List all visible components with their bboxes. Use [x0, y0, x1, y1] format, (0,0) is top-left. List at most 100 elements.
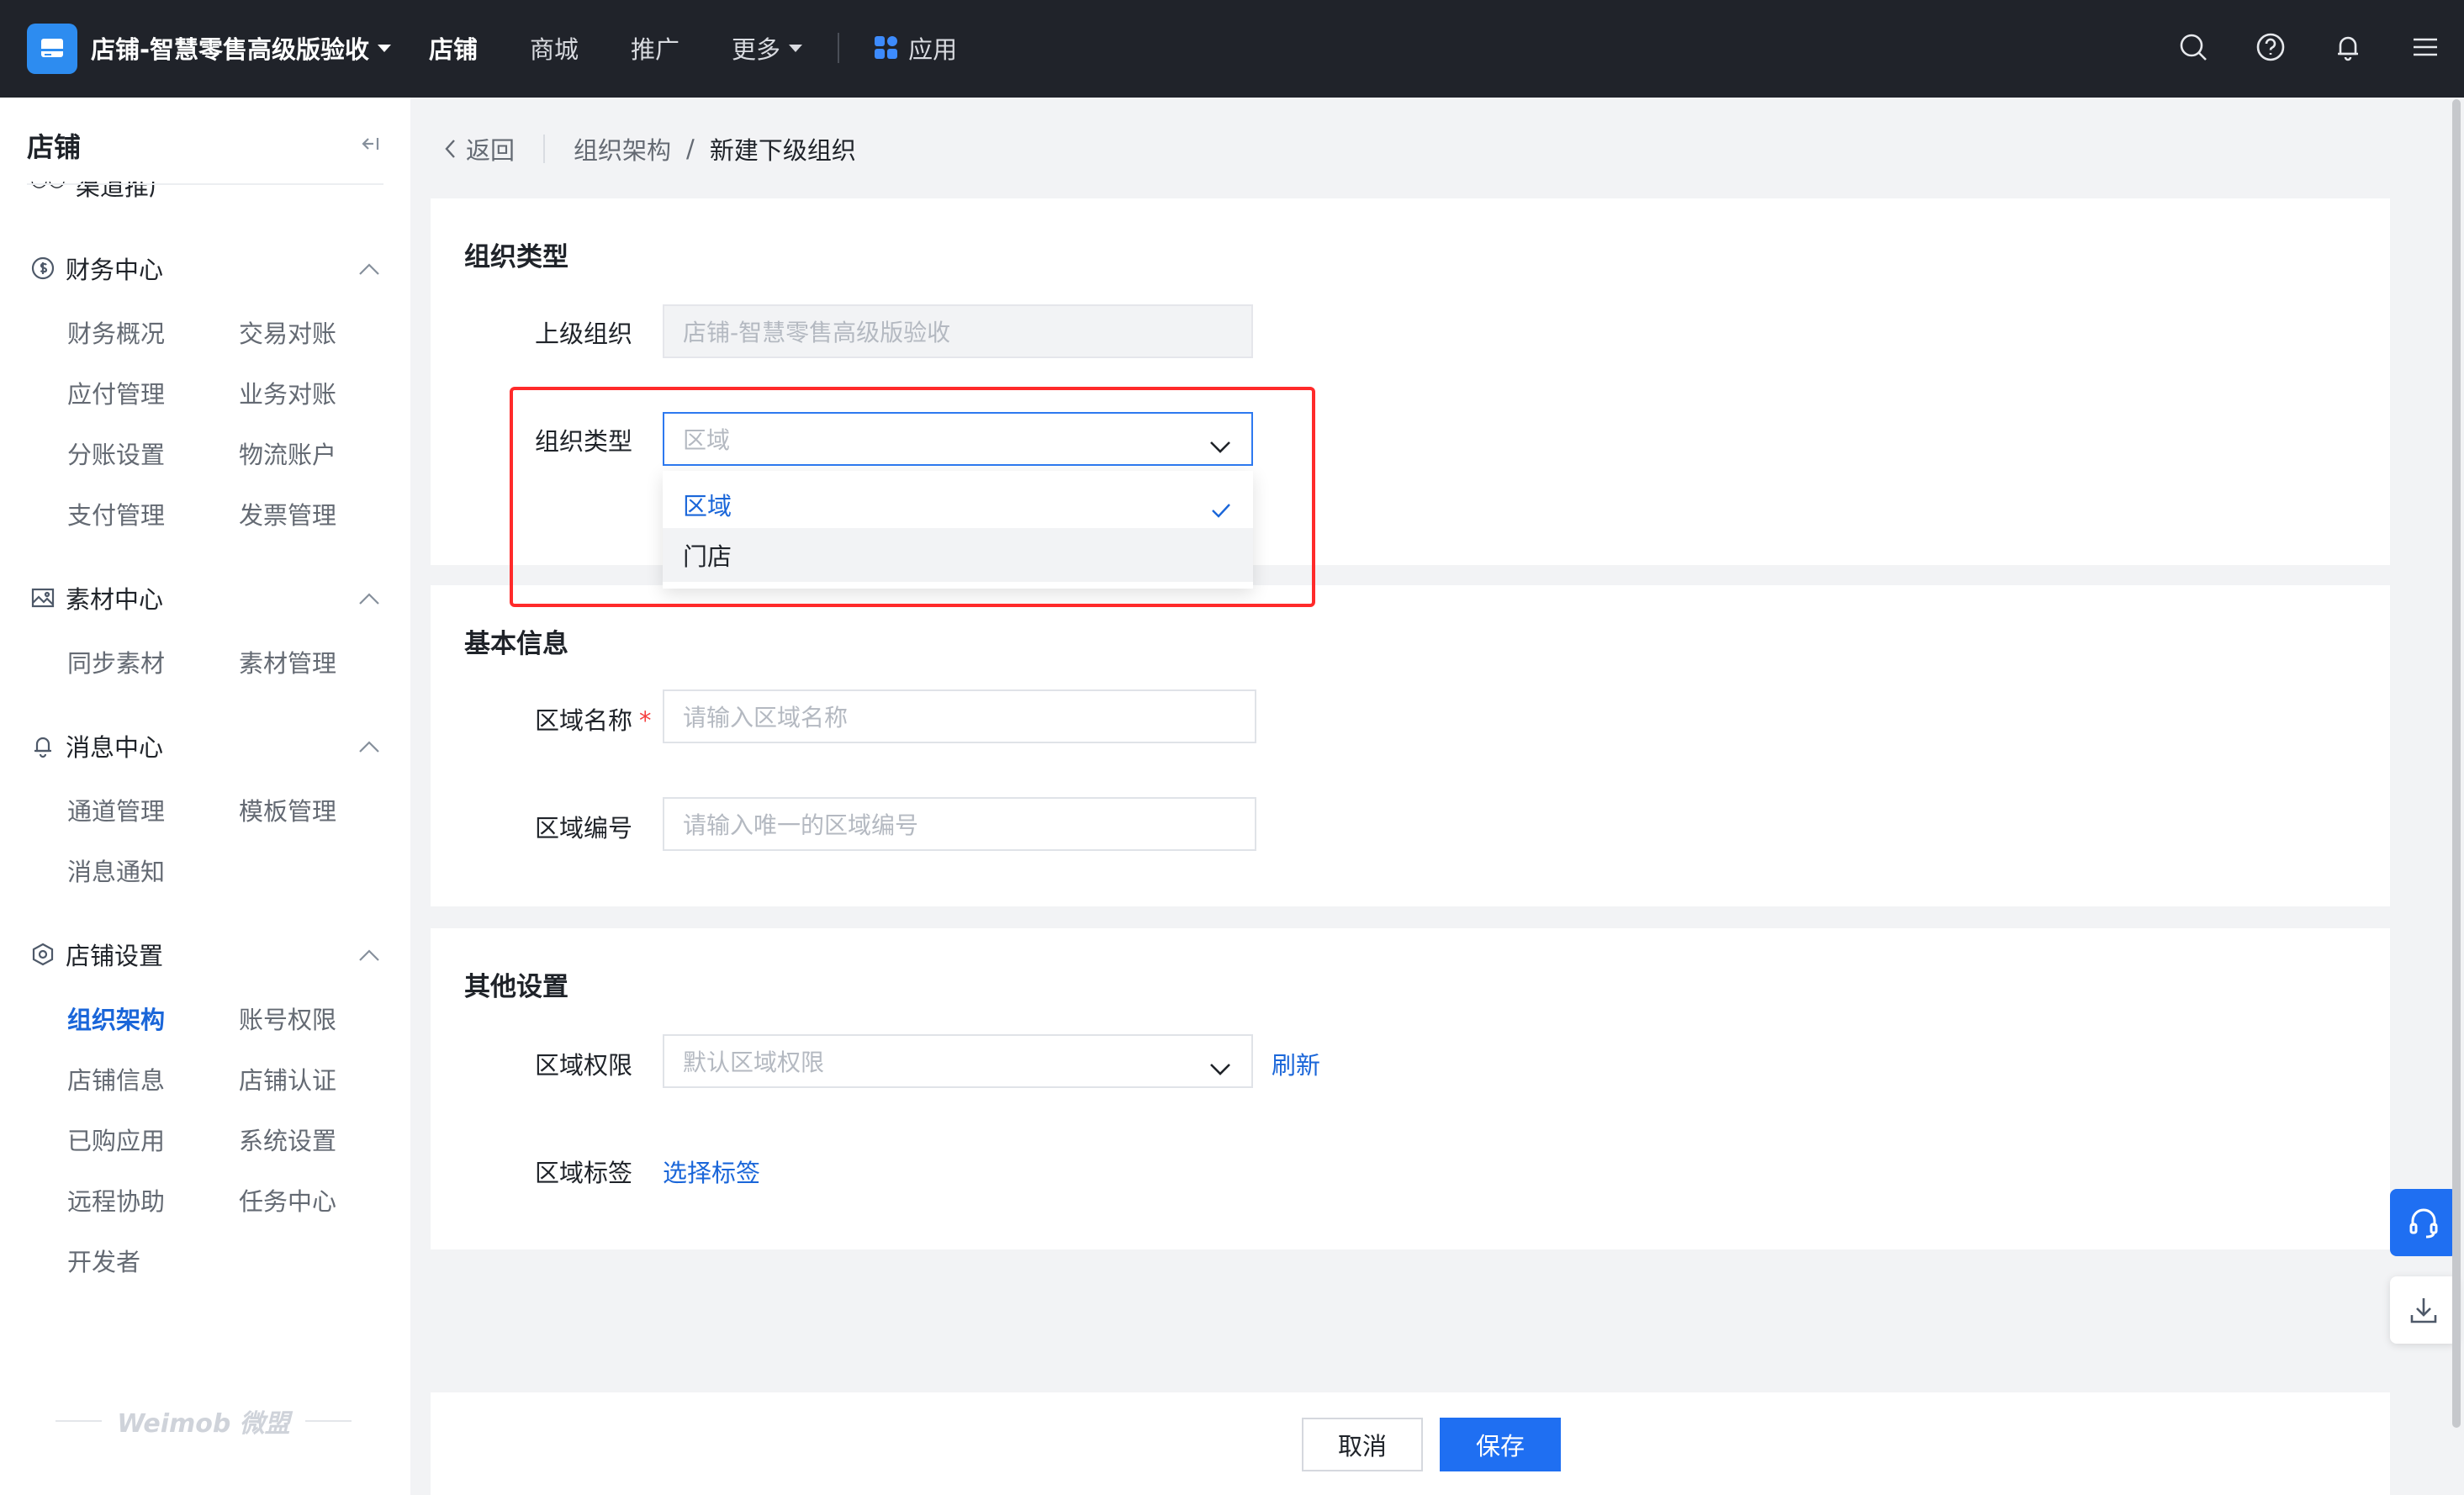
sidebar-item-org-structure[interactable]: 组织架构: [67, 1001, 165, 1036]
sidebar-item-split-settings[interactable]: 分账设置: [67, 436, 165, 471]
chevron-up-icon[interactable]: [358, 740, 380, 753]
highlight-annotation-box: [510, 387, 1315, 607]
brand-logo-text: Weimob 微盟: [117, 1409, 290, 1439]
sidebar-item-payables[interactable]: 应付管理: [67, 375, 165, 410]
region-name-placeholder: 请输入区域名称: [683, 704, 849, 732]
sidebar-group-label: 店铺设置: [66, 942, 164, 970]
store-logo-icon[interactable]: [27, 24, 77, 74]
sidebar-item-finance-overview[interactable]: 财务概况: [67, 314, 165, 350]
sidebar-item-invoice-management[interactable]: 发票管理: [239, 496, 336, 531]
apps-grid-icon: [875, 36, 898, 60]
parent-org-value: 店铺-智慧零售高级版验收: [683, 319, 951, 346]
sidebar-item-channel-management[interactable]: 通道管理: [67, 792, 165, 827]
settings-hexagon-icon: [32, 943, 54, 966]
sidebar-item-developer[interactable]: 开发者: [67, 1243, 140, 1278]
sidebar-group-label: 消息中心: [66, 733, 164, 762]
customer-service-button[interactable]: [2390, 1189, 2457, 1256]
sidebar-item-store-info[interactable]: 店铺信息: [67, 1061, 165, 1096]
select-tag-link[interactable]: 选择标签: [663, 1154, 760, 1189]
menu-icon[interactable]: [2408, 30, 2442, 64]
region-name-label-text: 区域名称: [535, 706, 633, 735]
region-name-input[interactable]: 请输入区域名称: [663, 689, 1256, 743]
nav-apps-label: 应用: [908, 35, 958, 64]
region-code-placeholder: 请输入唯一的区域编号: [683, 811, 919, 839]
breadcrumb-parent[interactable]: 组织架构: [574, 131, 671, 166]
headset-icon: [2409, 1208, 2438, 1239]
chevron-up-icon[interactable]: [358, 592, 380, 605]
other-settings-card: [431, 928, 2390, 1249]
top-right-tools: [2176, 30, 2442, 64]
required-mark: *: [639, 706, 652, 735]
sidebar-group-label: 财务中心: [66, 256, 164, 284]
sidebar-item-sync-material[interactable]: 同步素材: [67, 644, 165, 679]
sidebar-item-task-center[interactable]: 任务中心: [239, 1182, 336, 1218]
back-link[interactable]: 返回: [444, 131, 515, 166]
chevron-down-icon: [1209, 1054, 1231, 1075]
sidebar-item-business-reconciliation[interactable]: 业务对账: [239, 375, 336, 410]
nav-item-store[interactable]: 店铺: [429, 30, 478, 66]
sidebar-item-message-notification[interactable]: 消息通知: [67, 853, 165, 888]
region-tag-label: 区域标签: [535, 1159, 633, 1187]
caret-down-icon: [378, 44, 392, 52]
nav-more-label: 更多: [732, 35, 781, 64]
notification-bell-icon[interactable]: [2331, 30, 2365, 64]
nav-item-promotion[interactable]: 推广: [631, 30, 679, 66]
nav-item-mall[interactable]: 商城: [530, 30, 579, 66]
sidebar-item-material-management[interactable]: 素材管理: [239, 644, 336, 679]
region-permission-select[interactable]: 默认区域权限: [663, 1034, 1253, 1088]
parent-org-field: 店铺-智慧零售高级版验收: [663, 304, 1253, 358]
save-button[interactable]: 保存: [1440, 1418, 1561, 1471]
collapse-sidebar-icon[interactable]: [357, 131, 382, 156]
shop-switcher[interactable]: 店铺-智慧零售高级版验收: [91, 30, 392, 66]
nav-item-apps[interactable]: 应用: [875, 30, 957, 66]
back-label: 返回: [466, 136, 516, 165]
sidebar-item-system-settings[interactable]: 系统设置: [239, 1122, 336, 1157]
section-title-basic-info: 基本信息: [464, 629, 568, 659]
breadcrumb-separator: /: [686, 135, 695, 163]
main-nav: 店铺 商城 推广 更多 应用: [429, 30, 957, 66]
region-permission-label: 区域权限: [535, 1051, 633, 1080]
region-permission-placeholder: 默认区域权限: [683, 1049, 825, 1076]
sidebar-item-purchased-apps[interactable]: 已购应用: [67, 1122, 165, 1157]
section-title-other-settings: 其他设置: [464, 972, 568, 1002]
shop-name-label: 店铺-智慧零售高级版验收: [91, 35, 370, 64]
dollar-circle-icon: [31, 256, 55, 280]
help-icon[interactable]: [2254, 30, 2287, 64]
bell-icon: [34, 737, 51, 758]
sidebar-group-material[interactable]: 素材中心: [30, 580, 163, 615]
sidebar-item-template-management[interactable]: 模板管理: [239, 792, 336, 827]
sidebar-divider: [27, 183, 383, 185]
region-code-input[interactable]: 请输入唯一的区域编号: [663, 797, 1256, 851]
sidebar-item-logistics-account[interactable]: 物流账户: [239, 436, 336, 471]
refresh-link[interactable]: 刷新: [1272, 1046, 1320, 1081]
sidebar-group-store-settings[interactable]: 店铺设置: [30, 937, 163, 972]
image-icon: [31, 588, 55, 608]
chevron-left-icon: [445, 140, 455, 158]
sidebar-group-finance[interactable]: 财务中心: [30, 251, 163, 286]
caret-down-icon: [789, 44, 803, 52]
nav-divider: [838, 33, 840, 63]
region-name-label: 区域名称 *: [535, 701, 652, 737]
chevron-up-icon[interactable]: [358, 948, 380, 962]
region-code-label: 区域编号: [535, 814, 633, 843]
sidebar-item-store-certification[interactable]: 店铺认证: [239, 1061, 336, 1096]
breadcrumb-current: 新建下级组织: [709, 136, 856, 165]
sidebar-item-transaction-reconciliation[interactable]: 交易对账: [239, 314, 336, 350]
parent-org-label: 上级组织: [535, 320, 633, 348]
download-button[interactable]: [2390, 1276, 2457, 1344]
sidebar-item-payment-management[interactable]: 支付管理: [67, 496, 165, 531]
breadcrumb-divider: [543, 135, 546, 163]
search-icon[interactable]: [2176, 30, 2210, 64]
sidebar-item-remote-assist[interactable]: 远程协助: [67, 1182, 165, 1218]
page-scrollbar[interactable]: [2452, 99, 2461, 1428]
sidebar-group-label: 素材中心: [66, 585, 164, 614]
chevron-up-icon[interactable]: [358, 262, 380, 276]
basic-info-card: [431, 585, 2390, 906]
section-title-org-type: 组织类型: [464, 242, 568, 272]
sidebar-item-account-permissions[interactable]: 账号权限: [239, 1001, 336, 1036]
cancel-button[interactable]: 取消: [1302, 1418, 1423, 1471]
sidebar-group-message[interactable]: 消息中心: [30, 728, 163, 763]
sidebar: 店铺 ○○ 渠道推广 财务中心 财务概况 交易对账 应付管理 业务对账 分账设置…: [0, 98, 410, 1495]
brand-watermark: Weimob 微盟: [56, 1403, 352, 1440]
nav-item-more[interactable]: 更多: [732, 30, 803, 66]
